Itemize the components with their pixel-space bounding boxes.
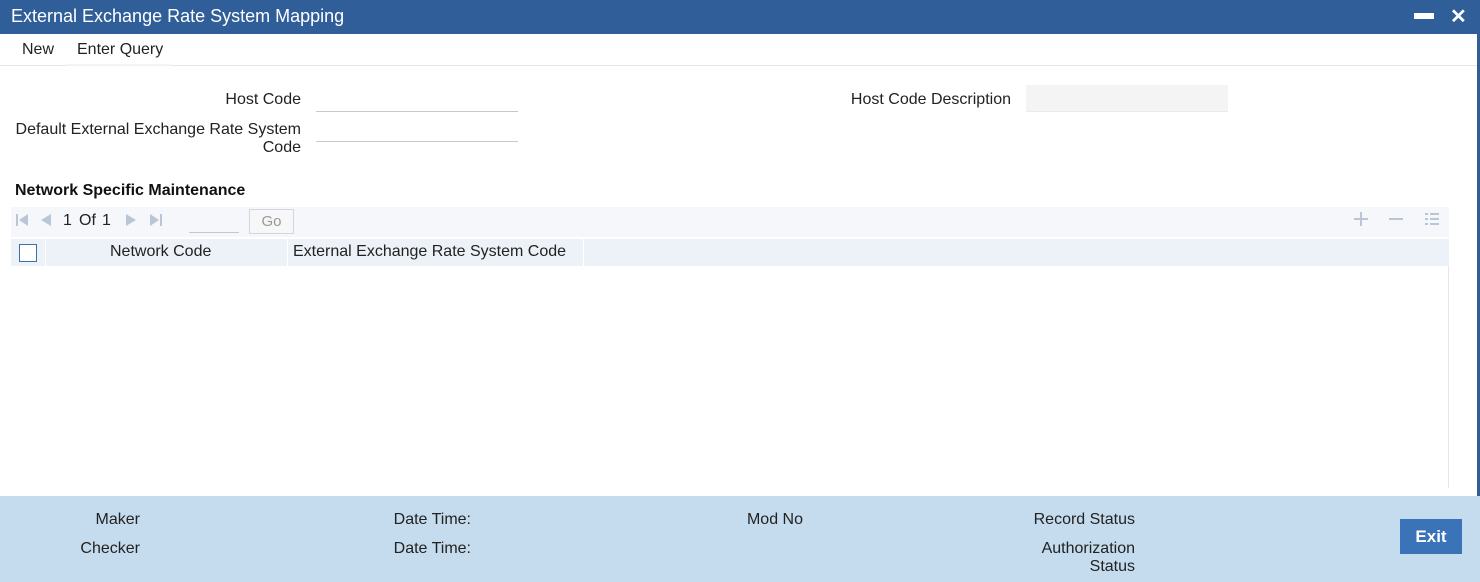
host-code-label: Host Code: [225, 91, 301, 108]
menu-new[interactable]: New: [22, 41, 54, 59]
column-header-ext-rate-system-code[interactable]: External Exchange Rate System Code: [293, 243, 566, 261]
default-ext-rate-system-code-input[interactable]: [316, 115, 518, 142]
minimize-button[interactable]: ▬: [1414, 2, 1434, 25]
next-page-icon[interactable]: [124, 213, 138, 230]
authorization-status-line2: Status: [1089, 558, 1135, 575]
delete-row-icon[interactable]: [1388, 210, 1404, 233]
default-ext-rate-label-line2: Code: [262, 139, 301, 156]
column-divider: [287, 239, 288, 266]
column-header-network-code[interactable]: Network Code: [110, 243, 211, 261]
record-status-label: Record Status: [1033, 511, 1135, 528]
select-all-checkbox[interactable]: [19, 244, 37, 262]
menu-tab-indicator: [66, 64, 170, 66]
current-page: 1: [63, 212, 72, 229]
first-page-icon[interactable]: [15, 213, 29, 230]
maker-date-time-label: Date Time:: [393, 511, 471, 528]
exit-button[interactable]: Exit: [1400, 519, 1462, 554]
mod-no-label: Mod No: [746, 511, 803, 528]
default-ext-rate-label-line1: Default External Exchange Rate System: [15, 121, 301, 138]
menu-enter-query[interactable]: Enter Query: [77, 41, 163, 59]
maker-label: Maker: [95, 511, 140, 528]
grid-header: Network Code External Exchange Rate Syst…: [11, 239, 1449, 266]
authorization-status-label: Authorization Status: [1000, 540, 1135, 576]
default-ext-rate-system-code-label: Default External Exchange Rate System Co…: [8, 121, 301, 157]
host-code-input[interactable]: [316, 85, 518, 112]
authorization-status-line1: Authorization: [1041, 540, 1135, 557]
grid-body: [11, 266, 1449, 488]
page-number-input[interactable]: [189, 211, 239, 233]
previous-page-icon[interactable]: [39, 213, 53, 230]
host-code-description-label: Host Code Description: [850, 91, 1011, 108]
grid-toolbar: 1 Of 1 Go: [11, 207, 1449, 237]
column-divider: [45, 239, 46, 266]
single-record-view-icon[interactable]: [1424, 210, 1440, 233]
menu-bar: New Enter Query: [0, 34, 1480, 66]
go-button[interactable]: Go: [249, 209, 294, 234]
window-titlebar: External Exchange Rate System Mapping ▬ …: [0, 0, 1480, 34]
network-specific-maintenance-title: Network Specific Maintenance: [15, 182, 246, 199]
checker-date-time-label: Date Time:: [393, 540, 471, 557]
window-title: External Exchange Rate System Mapping: [11, 6, 345, 26]
total-pages: 1: [102, 212, 111, 229]
close-button[interactable]: ✕: [1450, 4, 1467, 29]
audit-footer: Maker Checker Date Time: Date Time: Mod …: [0, 496, 1480, 582]
add-row-icon[interactable]: [1353, 210, 1369, 233]
host-code-description-input[interactable]: [1026, 85, 1228, 112]
last-page-icon[interactable]: [149, 213, 163, 230]
page-of-label: Of: [79, 212, 96, 229]
checker-label: Checker: [80, 540, 140, 557]
column-divider: [583, 239, 584, 266]
